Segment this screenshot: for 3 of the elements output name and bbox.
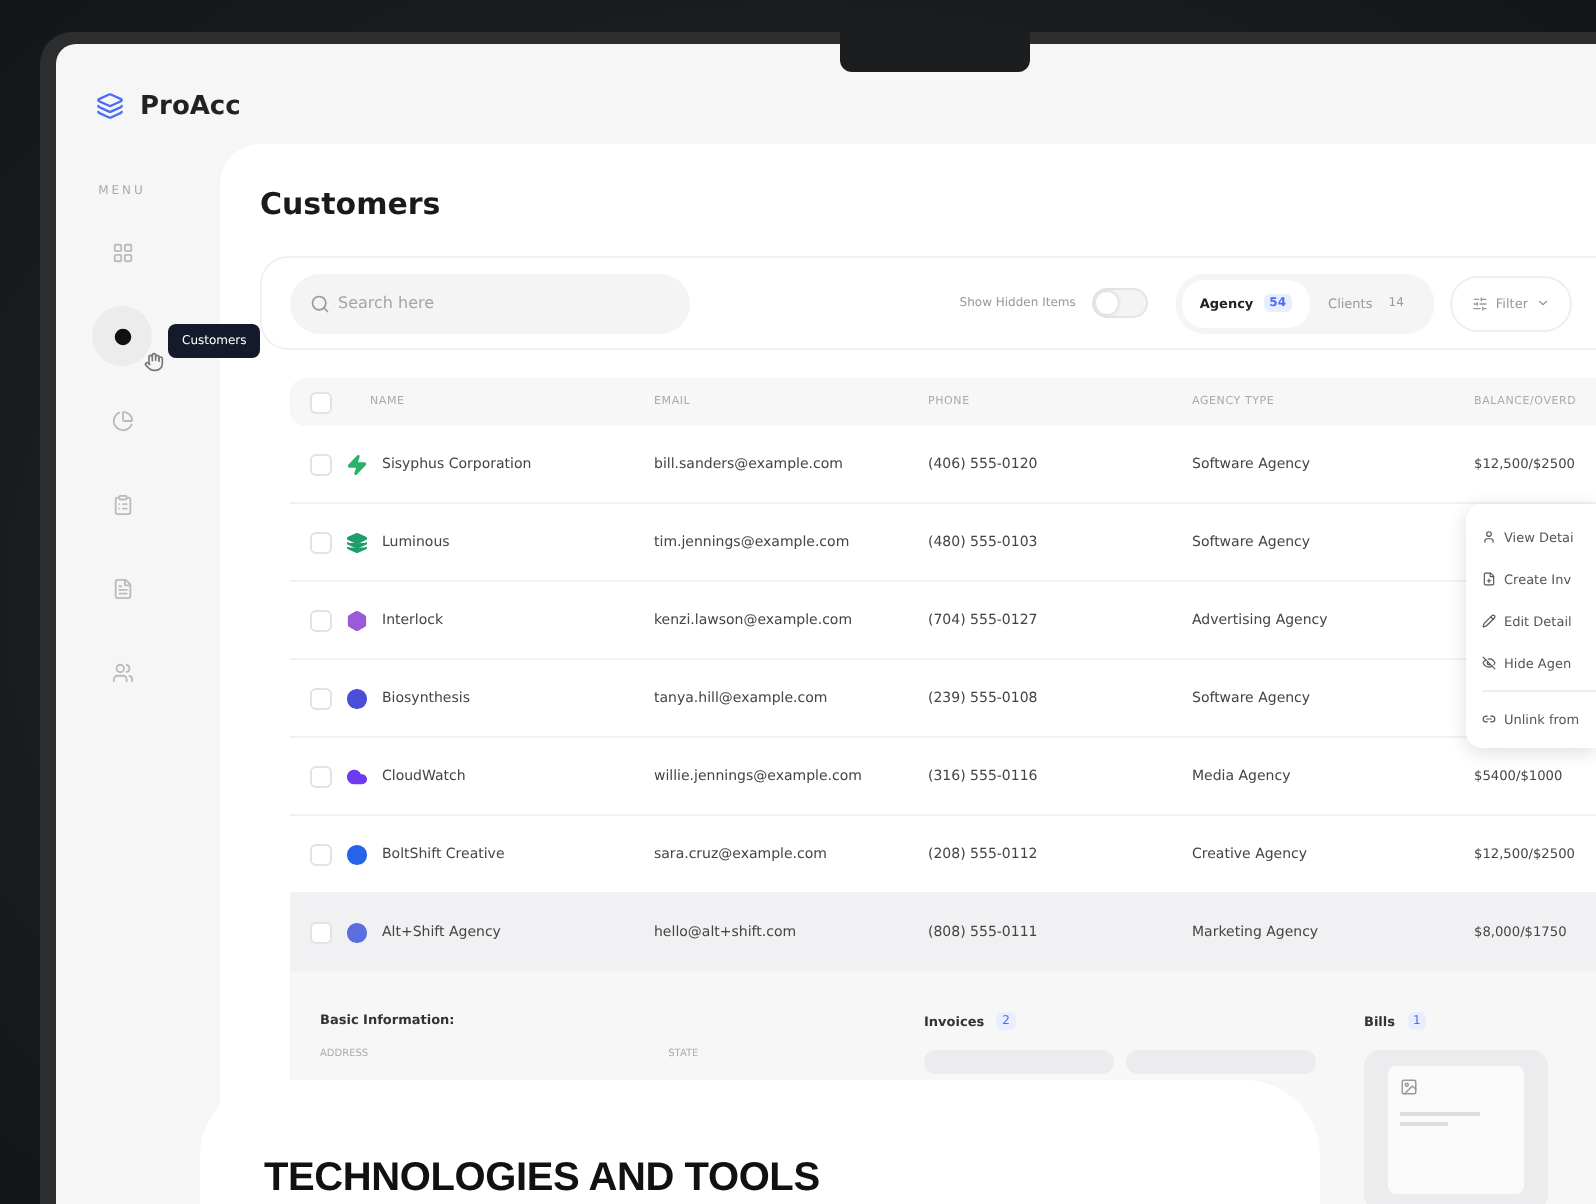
page-title: Customers bbox=[260, 184, 443, 226]
app-name: ProAcc bbox=[140, 91, 241, 121]
banner-title: TECHNOLOGIES AND TOOLS bbox=[264, 1156, 820, 1200]
